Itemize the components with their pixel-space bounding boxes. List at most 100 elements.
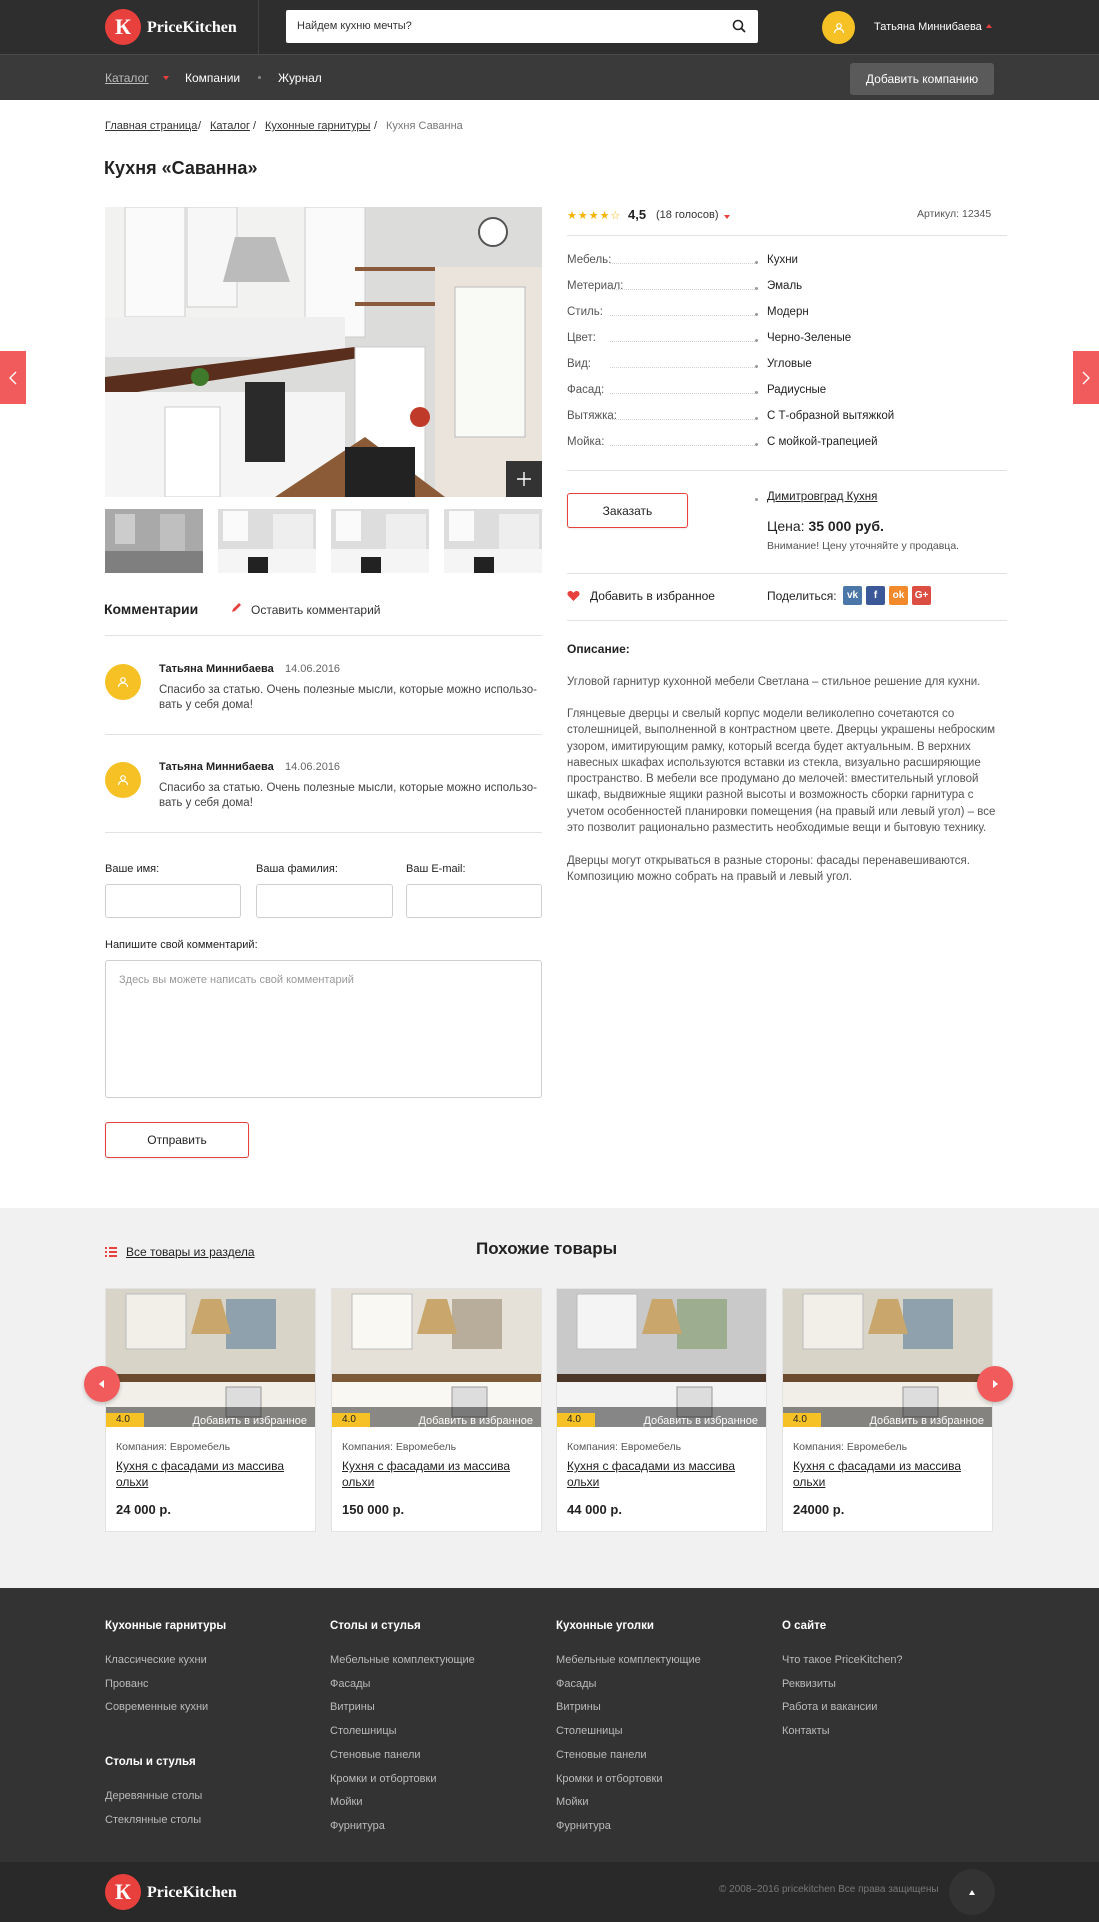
footer-link[interactable]: Мебельные комплектующие: [330, 1654, 475, 1666]
breadcrumb-catalog[interactable]: Каталог: [210, 120, 250, 132]
search-input[interactable]: Найдем кухню мечты?: [286, 10, 758, 43]
footer-link[interactable]: Контакты: [782, 1725, 830, 1737]
footer-link[interactable]: Классические кухни: [105, 1654, 207, 1666]
footer-link[interactable]: Кромки и отбортовки: [330, 1773, 436, 1785]
email-label: Ваш E-mail:: [406, 863, 466, 875]
footer-link[interactable]: Деревянные столы: [105, 1790, 202, 1802]
gallery-thumb[interactable]: [444, 509, 542, 573]
spec-label: Фасад:: [567, 384, 605, 396]
spec-value: С мойкой-трапецией: [767, 436, 878, 448]
add-to-favorites-link[interactable]: Добавить в избранное: [590, 589, 715, 603]
footer-link[interactable]: Стеновые панели: [556, 1749, 647, 1761]
next-product-button[interactable]: [1073, 351, 1099, 404]
nav-companies[interactable]: Компании: [185, 71, 240, 85]
user-name[interactable]: Татьяна Миннибаева: [874, 21, 982, 33]
footer-logo-icon[interactable]: К: [105, 1874, 141, 1910]
footer-link[interactable]: Столешницы: [330, 1725, 397, 1737]
card-title-link[interactable]: Кухня с фасадами из массива ольхи: [342, 1458, 532, 1490]
footer-link[interactable]: Столешницы: [556, 1725, 623, 1737]
logo-text[interactable]: PriceKitchen: [147, 19, 237, 37]
footer-link[interactable]: Прованс: [105, 1678, 149, 1690]
footer-link[interactable]: Фасады: [330, 1678, 370, 1690]
card-title-link[interactable]: Кухня с фасадами из массива ольхи: [116, 1458, 306, 1490]
product-card-image[interactable]: [783, 1289, 992, 1427]
surname-field[interactable]: [256, 884, 393, 918]
gallery-thumb[interactable]: [331, 509, 429, 573]
footer-logo-text[interactable]: PriceKitchen: [147, 1884, 237, 1902]
card-title-link[interactable]: Кухня с фасадами из массива ольхи: [793, 1458, 983, 1490]
card-title-link[interactable]: Кухня с фасадами из массива ольхи: [567, 1458, 757, 1490]
carousel-prev-button[interactable]: [84, 1366, 120, 1402]
footer-column-title: Столы и стулья: [330, 1620, 421, 1632]
spec-value: Черно-Зеленые: [767, 332, 852, 344]
footer-link[interactable]: Фасады: [556, 1678, 596, 1690]
card-add-favorite[interactable]: Добавить в избранное: [869, 1415, 984, 1427]
votes-count[interactable]: (18 голосов): [656, 209, 719, 221]
order-button[interactable]: Заказать: [567, 493, 688, 528]
footer-link[interactable]: Мойки: [330, 1796, 363, 1808]
vk-share-icon[interactable]: vk: [843, 586, 862, 605]
footer-link[interactable]: Реквизиты: [782, 1678, 836, 1690]
logo-icon[interactable]: К: [105, 9, 141, 45]
seller-link[interactable]: Димитровград Кухня: [767, 491, 877, 503]
footer-link[interactable]: Что такое PriceKitchen?: [782, 1654, 903, 1666]
copyright: © 2008–2016 pricekitchen Все права защищ…: [719, 1884, 939, 1895]
rating-badge: 4.0: [106, 1413, 144, 1427]
votes-caret-icon[interactable]: [724, 215, 730, 219]
gallery-thumb[interactable]: [218, 509, 316, 573]
footer-link[interactable]: Современные кухни: [105, 1701, 208, 1713]
footer-link[interactable]: Витрины: [330, 1701, 375, 1713]
rating-badge: 4.0: [332, 1413, 370, 1427]
breadcrumb-home[interactable]: Главная страница: [105, 120, 197, 132]
footer-link[interactable]: Фурнитура: [330, 1820, 385, 1832]
nav-journal[interactable]: Журнал: [278, 71, 322, 85]
google-plus-share-icon[interactable]: G+: [912, 586, 931, 605]
zoom-button[interactable]: [506, 461, 542, 497]
submit-comment-button[interactable]: Отправить: [105, 1122, 249, 1158]
user-menu-caret-icon[interactable]: [986, 24, 992, 28]
product-card-image[interactable]: [557, 1289, 766, 1427]
footer-link[interactable]: Мойки: [556, 1796, 589, 1808]
footer-link[interactable]: Кромки и отбортовки: [556, 1773, 662, 1785]
nav-separator: [258, 76, 261, 79]
card-add-favorite[interactable]: Добавить в избранное: [418, 1415, 533, 1427]
product-card[interactable]: 4.0 Добавить в избранное Компания: Евром…: [556, 1288, 767, 1532]
breadcrumb-kitchen-sets[interactable]: Кухонные гарнитуры: [265, 120, 370, 132]
product-card[interactable]: 4.0 Добавить в избранное Компания: Евром…: [331, 1288, 542, 1532]
nav-catalog[interactable]: Каталог: [105, 71, 149, 85]
carousel-next-button[interactable]: [977, 1366, 1013, 1402]
pencil-icon[interactable]: [230, 602, 242, 614]
leave-comment-link[interactable]: Оставить комментарий: [251, 603, 381, 617]
footer-link[interactable]: Стеклянные столы: [105, 1814, 201, 1826]
description-title: Описание:: [567, 642, 630, 656]
product-card-image[interactable]: [106, 1289, 315, 1427]
footer-link[interactable]: Мебельные комплектующие: [556, 1654, 701, 1666]
email-field[interactable]: [406, 884, 542, 918]
name-field[interactable]: [105, 884, 241, 918]
card-add-favorite[interactable]: Добавить в избранное: [192, 1415, 307, 1427]
prev-product-button[interactable]: [0, 351, 26, 404]
catalog-caret-icon[interactable]: [163, 76, 169, 80]
list-icon[interactable]: [105, 1247, 117, 1257]
main-product-photo[interactable]: [105, 207, 542, 497]
footer-link[interactable]: Фурнитура: [556, 1820, 611, 1832]
footer-link[interactable]: Работа и вакансии: [782, 1701, 877, 1713]
footer-link[interactable]: Витрины: [556, 1701, 601, 1713]
divider: [105, 734, 542, 735]
footer-link[interactable]: Стеновые панели: [330, 1749, 421, 1761]
facebook-share-icon[interactable]: f: [866, 586, 885, 605]
heart-icon[interactable]: [567, 590, 580, 602]
card-add-favorite[interactable]: Добавить в избранное: [643, 1415, 758, 1427]
add-company-button[interactable]: Добавить компанию: [850, 63, 994, 95]
odnoklassniki-share-icon[interactable]: ok: [889, 586, 908, 605]
product-card-image[interactable]: [332, 1289, 541, 1427]
gallery-thumb[interactable]: [105, 509, 203, 573]
search-icon[interactable]: [732, 19, 746, 33]
user-avatar[interactable]: [822, 11, 855, 44]
product-card[interactable]: 4.0 Добавить в избранное Компания: Евром…: [105, 1288, 316, 1532]
comment-textarea[interactable]: Здесь вы можете написать свой комментари…: [105, 960, 542, 1098]
all-section-goods-link[interactable]: Все товары из раздела: [126, 1245, 255, 1259]
product-card[interactable]: 4.0 Добавить в избранное Компания: Евром…: [782, 1288, 993, 1532]
kitchen-photo: [783, 1289, 992, 1427]
scroll-to-top-button[interactable]: [949, 1869, 995, 1915]
